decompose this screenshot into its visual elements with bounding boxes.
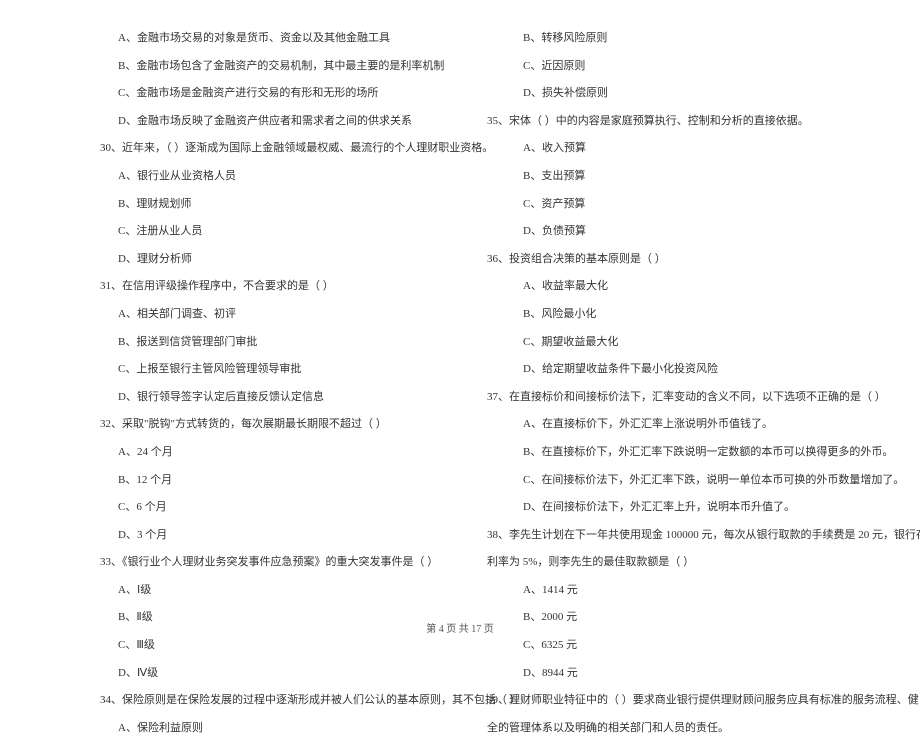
question-stem: 30、近年来，（ ）逐渐成为国际上金融领域最权威、最流行的个人理财职业资格。 <box>100 140 455 158</box>
question-stem: 37、在直接标价和间接标价法下，汇率变动的含义不同，以下选项不正确的是（ ） <box>487 389 860 407</box>
question-stem: 35、宋体（ ）中的内容是家庭预算执行、控制和分析的直接依据。 <box>487 113 860 131</box>
question-stem: 32、采取"脱钩"方式转货的，每次展期最长期限不超过（ ） <box>100 416 455 434</box>
answer-option: D、负债预算 <box>505 223 860 241</box>
answer-option: B、风险最小化 <box>505 306 860 324</box>
answer-option: A、1414 元 <box>505 582 860 600</box>
question-stem: 39、理财师职业特征中的（ ）要求商业银行提供理财顾问服务应具有标准的服务流程、… <box>487 692 860 710</box>
answer-option: B、理财规划师 <box>100 196 455 214</box>
answer-option: B、报送到信贷管理部门审批 <box>100 334 455 352</box>
answer-option: A、24 个月 <box>100 444 455 462</box>
question-stem: 36、投资组合决策的基本原则是（ ） <box>487 251 860 269</box>
answer-option: D、给定期望收益条件下最小化投资风险 <box>505 361 860 379</box>
answer-option: A、在直接标价下，外汇汇率上涨说明外币值钱了。 <box>505 416 860 434</box>
answer-option: D、损失补偿原则 <box>505 85 860 103</box>
answer-option: D、金融市场反映了金融资产供应者和需求者之间的供求关系 <box>100 113 455 131</box>
answer-option: D、8944 元 <box>505 665 860 683</box>
answer-option: B、支出预算 <box>505 168 860 186</box>
answer-option: C、期望收益最大化 <box>505 334 860 352</box>
answer-option: C、6325 元 <box>505 637 860 655</box>
question-stem: 31、在信用评级操作程序中，不合要求的是（ ） <box>100 278 455 296</box>
answer-option: C、Ⅲ级 <box>100 637 455 655</box>
answer-option: B、金融市场包含了金融资产的交易机制，其中最主要的是利率机制 <box>100 58 455 76</box>
answer-option: C、上报至银行主管风险管理领导审批 <box>100 361 455 379</box>
answer-option: D、在间接标价法下，外汇汇率上升，说明本币升值了。 <box>505 499 860 517</box>
answer-option: B、转移风险原则 <box>505 30 860 48</box>
question-stem: 33、《银行业个人理财业务突发事件应急预案》的重大突发事件是（ ） <box>100 554 455 572</box>
answer-option: C、近因原则 <box>505 58 860 76</box>
answer-option: B、在直接标价下，外汇汇率下跌说明一定数额的本币可以换得更多的外币。 <box>505 444 860 462</box>
answer-option: A、相关部门调查、初评 <box>100 306 455 324</box>
answer-option: C、注册从业人员 <box>100 223 455 241</box>
answer-option: A、银行业从业资格人员 <box>100 168 455 186</box>
question-continuation: 利率为 5%，则李先生的最佳取款额是（ ） <box>487 554 860 572</box>
right-column: B、转移风险原则C、近因原则D、损失补偿原则35、宋体（ ）中的内容是家庭预算执… <box>505 30 860 747</box>
answer-option: A、金融市场交易的对象是货币、资金以及其他金融工具 <box>100 30 455 48</box>
answer-option: C、6 个月 <box>100 499 455 517</box>
answer-option: A、收益率最大化 <box>505 278 860 296</box>
question-continuation: 全的管理体系以及明确的相关部门和人员的责任。 <box>487 720 860 738</box>
answer-option: D、理财分析师 <box>100 251 455 269</box>
document-content: A、金融市场交易的对象是货币、资金以及其他金融工具 B、金融市场包含了金融资产的交… <box>100 30 860 747</box>
question-stem: 34、保险原则是在保险发展的过程中逐渐形成并被人们公认的基本原则，其不包括（ ） <box>100 692 455 710</box>
left-column: A、金融市场交易的对象是货币、资金以及其他金融工具 B、金融市场包含了金融资产的交… <box>100 30 455 747</box>
answer-option: D、3 个月 <box>100 527 455 545</box>
answer-option: B、12 个月 <box>100 472 455 490</box>
answer-option: C、金融市场是金融资产进行交易的有形和无形的场所 <box>100 85 455 103</box>
question-stem: 38、李先生计划在下一年共使用现金 100000 元，每次从银行取款的手续费是 … <box>487 527 860 545</box>
answer-option: C、资产预算 <box>505 196 860 214</box>
answer-option: A、Ⅰ级 <box>100 582 455 600</box>
page-footer: 第 4 页 共 17 页 <box>0 620 920 635</box>
answer-option: A、收入预算 <box>505 140 860 158</box>
answer-option: D、Ⅳ级 <box>100 665 455 683</box>
answer-option: A、保险利益原则 <box>100 720 455 738</box>
answer-option: D、银行领导签字认定后直接反馈认定信息 <box>100 389 455 407</box>
answer-option: C、在间接标价法下，外汇汇率下跌，说明一单位本币可换的外币数量增加了。 <box>505 472 860 490</box>
